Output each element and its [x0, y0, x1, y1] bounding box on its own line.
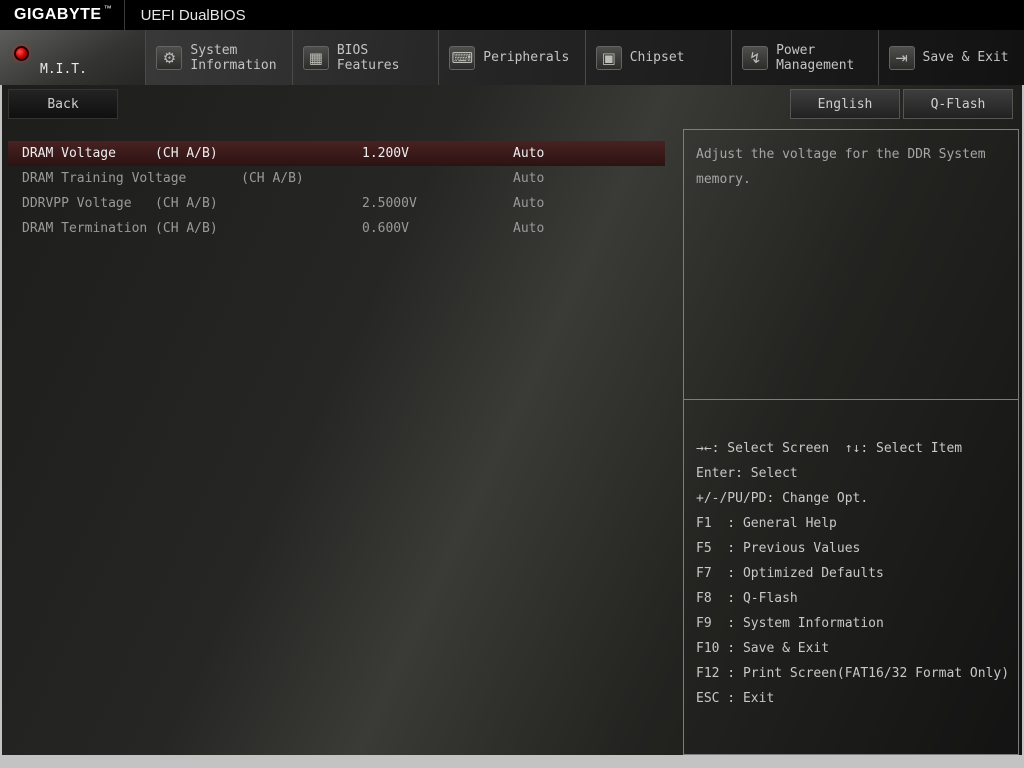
shortcut-enter: Enter: Select [696, 466, 798, 481]
mit-record-icon [14, 46, 29, 61]
tab-bar: M.I.T. ⚙ System Information ▦ BIOS Featu… [0, 30, 1024, 85]
tab-system-information[interactable]: ⚙ System Information [146, 30, 293, 85]
setting-label: DRAM Voltage (CH A/B) [22, 146, 218, 161]
trademark-symbol: ™ [103, 4, 112, 13]
setting-value: 0.600V [362, 221, 409, 236]
peripherals-icon: ⌨ [449, 45, 476, 70]
tab-label: System Information [190, 42, 277, 73]
setting-label: DDRVPP Voltage (CH A/B) [22, 196, 218, 211]
shortcut-f5: F5 : Previous Values [696, 541, 861, 556]
shortcut-esc: ESC : Exit [696, 691, 775, 706]
setting-row-dram-voltage[interactable]: DRAM Voltage (CH A/B) 1.200V Auto [8, 141, 665, 166]
setting-label: DRAM Training Voltage (CH A/B) [22, 171, 304, 186]
topbar: GIGABYTE ™ UEFI DualBIOS [0, 0, 1024, 30]
setting-value: 1.200V [362, 146, 409, 161]
language-button[interactable]: English [790, 89, 900, 119]
setting-row-ddrvpp-voltage[interactable]: DDRVPP Voltage (CH A/B) 2.5000V Auto [8, 191, 665, 216]
shortcut-change-opt: +/-/PU/PD: Change Opt. [696, 491, 869, 506]
tab-label: Peripherals [483, 50, 570, 65]
tab-mit[interactable]: M.I.T. [0, 30, 147, 85]
tab-label: BIOS Features [336, 42, 400, 73]
chip-icon: ▦ [302, 45, 329, 70]
help-panel: Adjust the voltage for the DDR System me… [683, 129, 1019, 755]
shortcuts-list: →←: Select Screen ↑↓: Select Item Enter:… [684, 400, 1018, 754]
setting-option[interactable]: Auto [513, 141, 544, 166]
tab-chipset[interactable]: ▣ Chipset [586, 30, 733, 85]
setting-row-dram-training-voltage[interactable]: DRAM Training Voltage (CH A/B) Auto [8, 166, 665, 191]
gigabyte-logo: GIGABYTE [14, 6, 102, 23]
tab-label: Power Management [776, 42, 855, 73]
setting-label: DRAM Termination (CH A/B) [22, 221, 218, 236]
shortcut-f12: F12 : Print Screen(FAT16/32 Format Only) [696, 666, 1010, 681]
shortcut-select-screen: →←: Select Screen ↑↓: Select Item [696, 441, 963, 456]
topbar-divider [123, 0, 125, 30]
tab-label: M.I.T. [40, 62, 87, 77]
setting-value: 2.5000V [362, 196, 417, 211]
tab-bios-features[interactable]: ▦ BIOS Features [293, 30, 440, 85]
setting-option[interactable]: Auto [513, 191, 544, 216]
help-text: Adjust the voltage for the DDR System me… [684, 130, 1018, 400]
settings-list: DRAM Voltage (CH A/B) 1.200V Auto DRAM T… [8, 129, 683, 755]
gear-icon: ⚙ [156, 45, 183, 70]
back-button[interactable]: Back [8, 89, 118, 119]
shortcut-f1: F1 : General Help [696, 516, 837, 531]
setting-option[interactable]: Auto [513, 166, 544, 191]
setting-option[interactable]: Auto [513, 216, 544, 241]
shortcut-f9: F9 : System Information [696, 616, 884, 631]
bios-screen: GIGABYTE ™ UEFI DualBIOS M.I.T. ⚙ System… [0, 0, 1024, 768]
tab-label: Save & Exit [922, 50, 1009, 65]
chipset-icon: ▣ [595, 45, 622, 70]
setting-row-dram-termination[interactable]: DRAM Termination (CH A/B) 0.600V Auto [8, 216, 665, 241]
firmware-title: UEFI DualBIOS [140, 6, 246, 24]
exit-icon: ⇥ [888, 45, 915, 70]
shortcut-f7: F7 : Optimized Defaults [696, 566, 884, 581]
shortcut-f8: F8 : Q-Flash [696, 591, 798, 606]
tab-peripherals[interactable]: ⌨ Peripherals [439, 30, 586, 85]
shortcut-f10: F10 : Save & Exit [696, 641, 830, 656]
power-icon: ↯ [742, 45, 769, 70]
sub-toolbar: Back English Q-Flash [2, 85, 1022, 129]
tab-label: Chipset [629, 50, 685, 65]
content-area: DRAM Voltage (CH A/B) 1.200V Auto DRAM T… [2, 129, 1022, 755]
tab-save-exit[interactable]: ⇥ Save & Exit [879, 30, 1024, 85]
tab-power-management[interactable]: ↯ Power Management [732, 30, 879, 85]
qflash-button[interactable]: Q-Flash [903, 89, 1013, 119]
body-area: Back English Q-Flash DRAM Voltage (CH A/… [2, 85, 1022, 755]
